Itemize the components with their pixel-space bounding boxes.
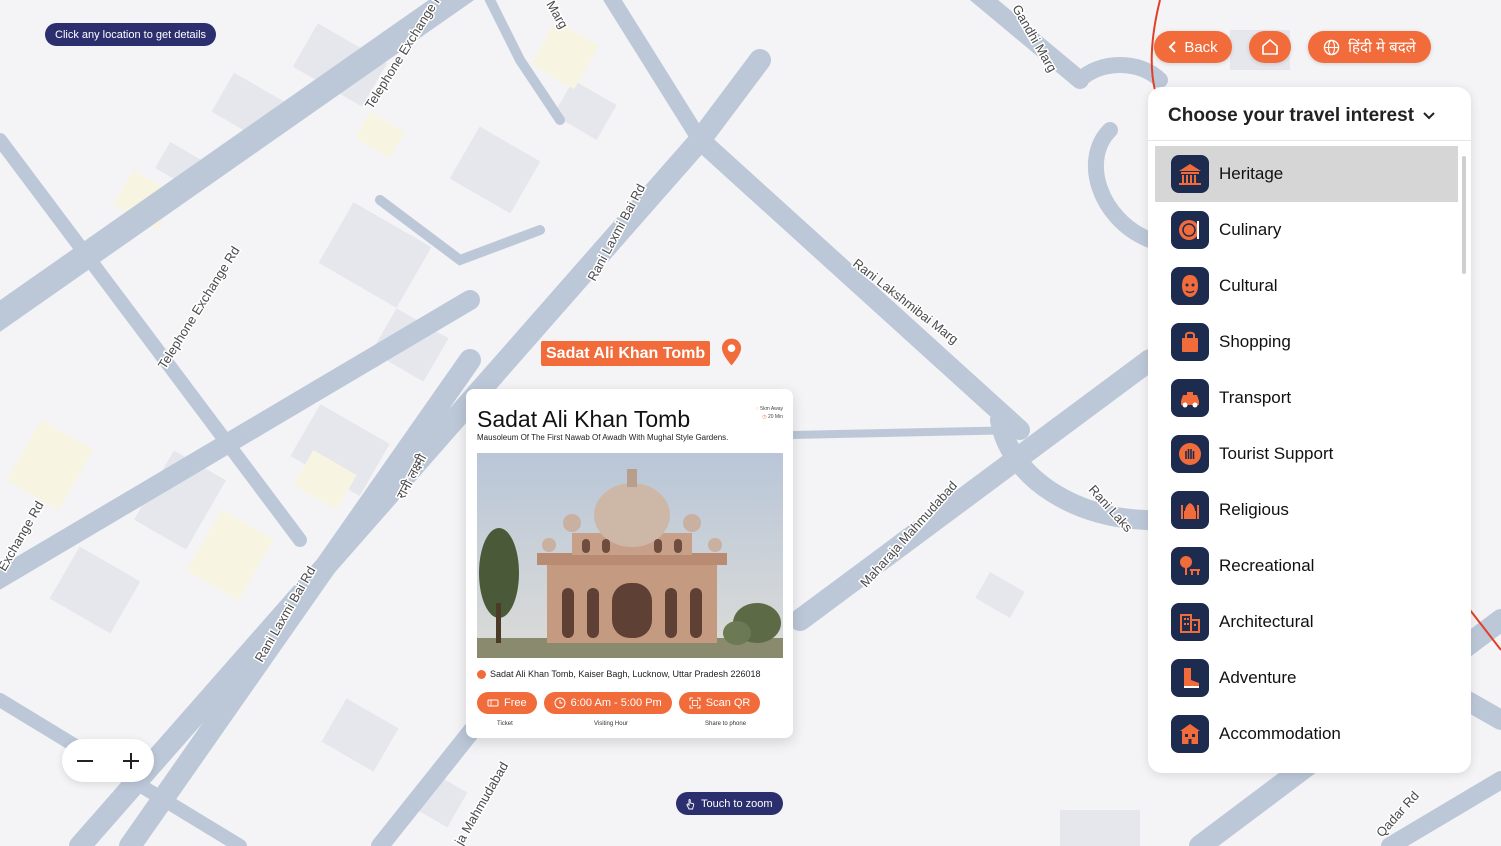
interest-label: Adventure [1219, 668, 1297, 687]
home-button[interactable] [1249, 31, 1291, 63]
ticket-icon [487, 699, 499, 707]
interest-label: Heritage [1219, 164, 1284, 183]
interest-item-recreational[interactable]: Recreational [1155, 538, 1458, 594]
zoom-control [62, 739, 154, 782]
interest-label: Accommodation [1219, 724, 1341, 743]
interest-label: Religious [1219, 500, 1289, 519]
clock-icon: ◷ [762, 414, 767, 420]
interest-item-religious[interactable]: Religious [1155, 482, 1458, 538]
visiting-hours-button[interactable]: 6:00 Am - 5:00 Pm [543, 692, 672, 714]
heritage-icon [1171, 155, 1209, 193]
qr-caption: Share to phone [705, 721, 747, 727]
clock-icon [554, 697, 566, 709]
interest-label: Tourist Support [1219, 444, 1334, 463]
interest-item-transport[interactable]: Transport [1155, 370, 1458, 426]
place-address: Sadat Ali Khan Tomb, Kaiser Bagh, Luckno… [477, 669, 761, 679]
ticket-caption: Ticket [497, 721, 513, 727]
divider [1148, 140, 1471, 141]
interest-label: Transport [1219, 388, 1292, 407]
language-toggle-button[interactable]: हिंदी मे बदले [1308, 31, 1431, 63]
place-detail-card: Sadat Ali Khan Tomb Mausoleum Of The Fir… [466, 389, 793, 738]
zoom-out-button[interactable] [70, 746, 100, 776]
place-subtitle: Mausoleum Of The First Nawab Of Awadh Wi… [477, 433, 729, 442]
touch-zoom-badge: Touch to zoom [676, 792, 783, 815]
religious-icon [1171, 491, 1209, 529]
interest-label: Shopping [1219, 332, 1291, 351]
minus-icon [77, 759, 93, 762]
location-pin-icon[interactable] [720, 337, 743, 367]
place-title: Sadat Ali Khan Tomb [477, 406, 691, 432]
accommodation-icon [1171, 715, 1209, 753]
interest-item-architectural[interactable]: Architectural [1155, 594, 1458, 650]
interest-list: Heritage Culinary Cultural Shopping Tran… [1155, 146, 1458, 762]
hours-caption: Visiting Hour [594, 721, 628, 727]
distance-info: ◌ 5km Away ◷ 20 Min [756, 405, 783, 421]
home-icon [1262, 39, 1278, 55]
back-button[interactable]: Back [1154, 31, 1232, 63]
ticket-button[interactable]: Free [477, 692, 537, 714]
interest-item-accommodation[interactable]: Accommodation [1155, 706, 1458, 762]
interest-item-culinary[interactable]: Culinary [1155, 202, 1458, 258]
marker-label-text: Sadat Ali Khan Tomb [546, 344, 706, 362]
hand-tap-icon [686, 798, 695, 809]
interest-label: Recreational [1219, 556, 1315, 575]
chevron-down-icon [1423, 112, 1435, 120]
panel-title: Choose your travel interest [1168, 105, 1415, 126]
address-text: Sadat Ali Khan Tomb, Kaiser Bagh, Luckno… [490, 669, 761, 679]
interest-label: Cultural [1219, 276, 1278, 295]
hours-label: 6:00 Am - 5:00 Pm [570, 697, 662, 709]
map-marker-label[interactable]: Sadat Ali Khan Tomb [541, 341, 711, 366]
place-photo [477, 453, 783, 658]
location-dot-icon [477, 669, 486, 679]
interest-label: Culinary [1219, 220, 1282, 239]
qr-scan-icon [689, 697, 701, 709]
map-hint-text: Click any location to get details [55, 28, 207, 41]
globe-icon [1323, 39, 1340, 55]
ticket-label: Free [504, 697, 527, 709]
interest-item-cultural[interactable]: Cultural [1155, 258, 1458, 314]
architectural-icon [1171, 603, 1209, 641]
interest-item-tourist-support[interactable]: Tourist Support [1155, 426, 1458, 482]
card-actions: Free 6:00 Am - 5:00 Pm Scan QR [477, 692, 761, 714]
distance-icon: ◌ [755, 406, 759, 412]
plus-icon [123, 752, 139, 769]
distance-text: 5km Away [760, 406, 783, 412]
map-hint-badge: Click any location to get details [45, 23, 217, 46]
zoom-in-button[interactable] [116, 746, 146, 776]
interest-item-heritage[interactable]: Heritage [1155, 146, 1458, 202]
travel-interest-panel: Choose your travel interest Heritage Cul… [1148, 87, 1471, 773]
cultural-icon [1171, 267, 1209, 305]
scan-qr-button[interactable]: Scan QR [678, 692, 761, 714]
panel-scrollbar[interactable] [1462, 156, 1466, 274]
language-label: हिंदी मे बदले [1348, 39, 1416, 56]
recreational-icon [1171, 547, 1209, 585]
qr-label: Scan QR [705, 697, 751, 709]
tourist-support-icon [1171, 435, 1209, 473]
culinary-icon [1171, 211, 1209, 249]
chevron-left-icon [1168, 41, 1177, 53]
shopping-icon [1171, 323, 1209, 361]
transport-icon [1171, 379, 1209, 417]
interest-dropdown-header[interactable]: Choose your travel interest [1168, 105, 1436, 127]
touch-zoom-text: Touch to zoom [701, 797, 773, 810]
duration-text: 20 Min [767, 414, 783, 420]
interest-item-adventure[interactable]: Adventure [1155, 650, 1458, 706]
interest-label: Architectural [1219, 612, 1314, 631]
back-label: Back [1184, 38, 1218, 56]
adventure-icon [1171, 659, 1209, 697]
interest-item-shopping[interactable]: Shopping [1155, 314, 1458, 370]
